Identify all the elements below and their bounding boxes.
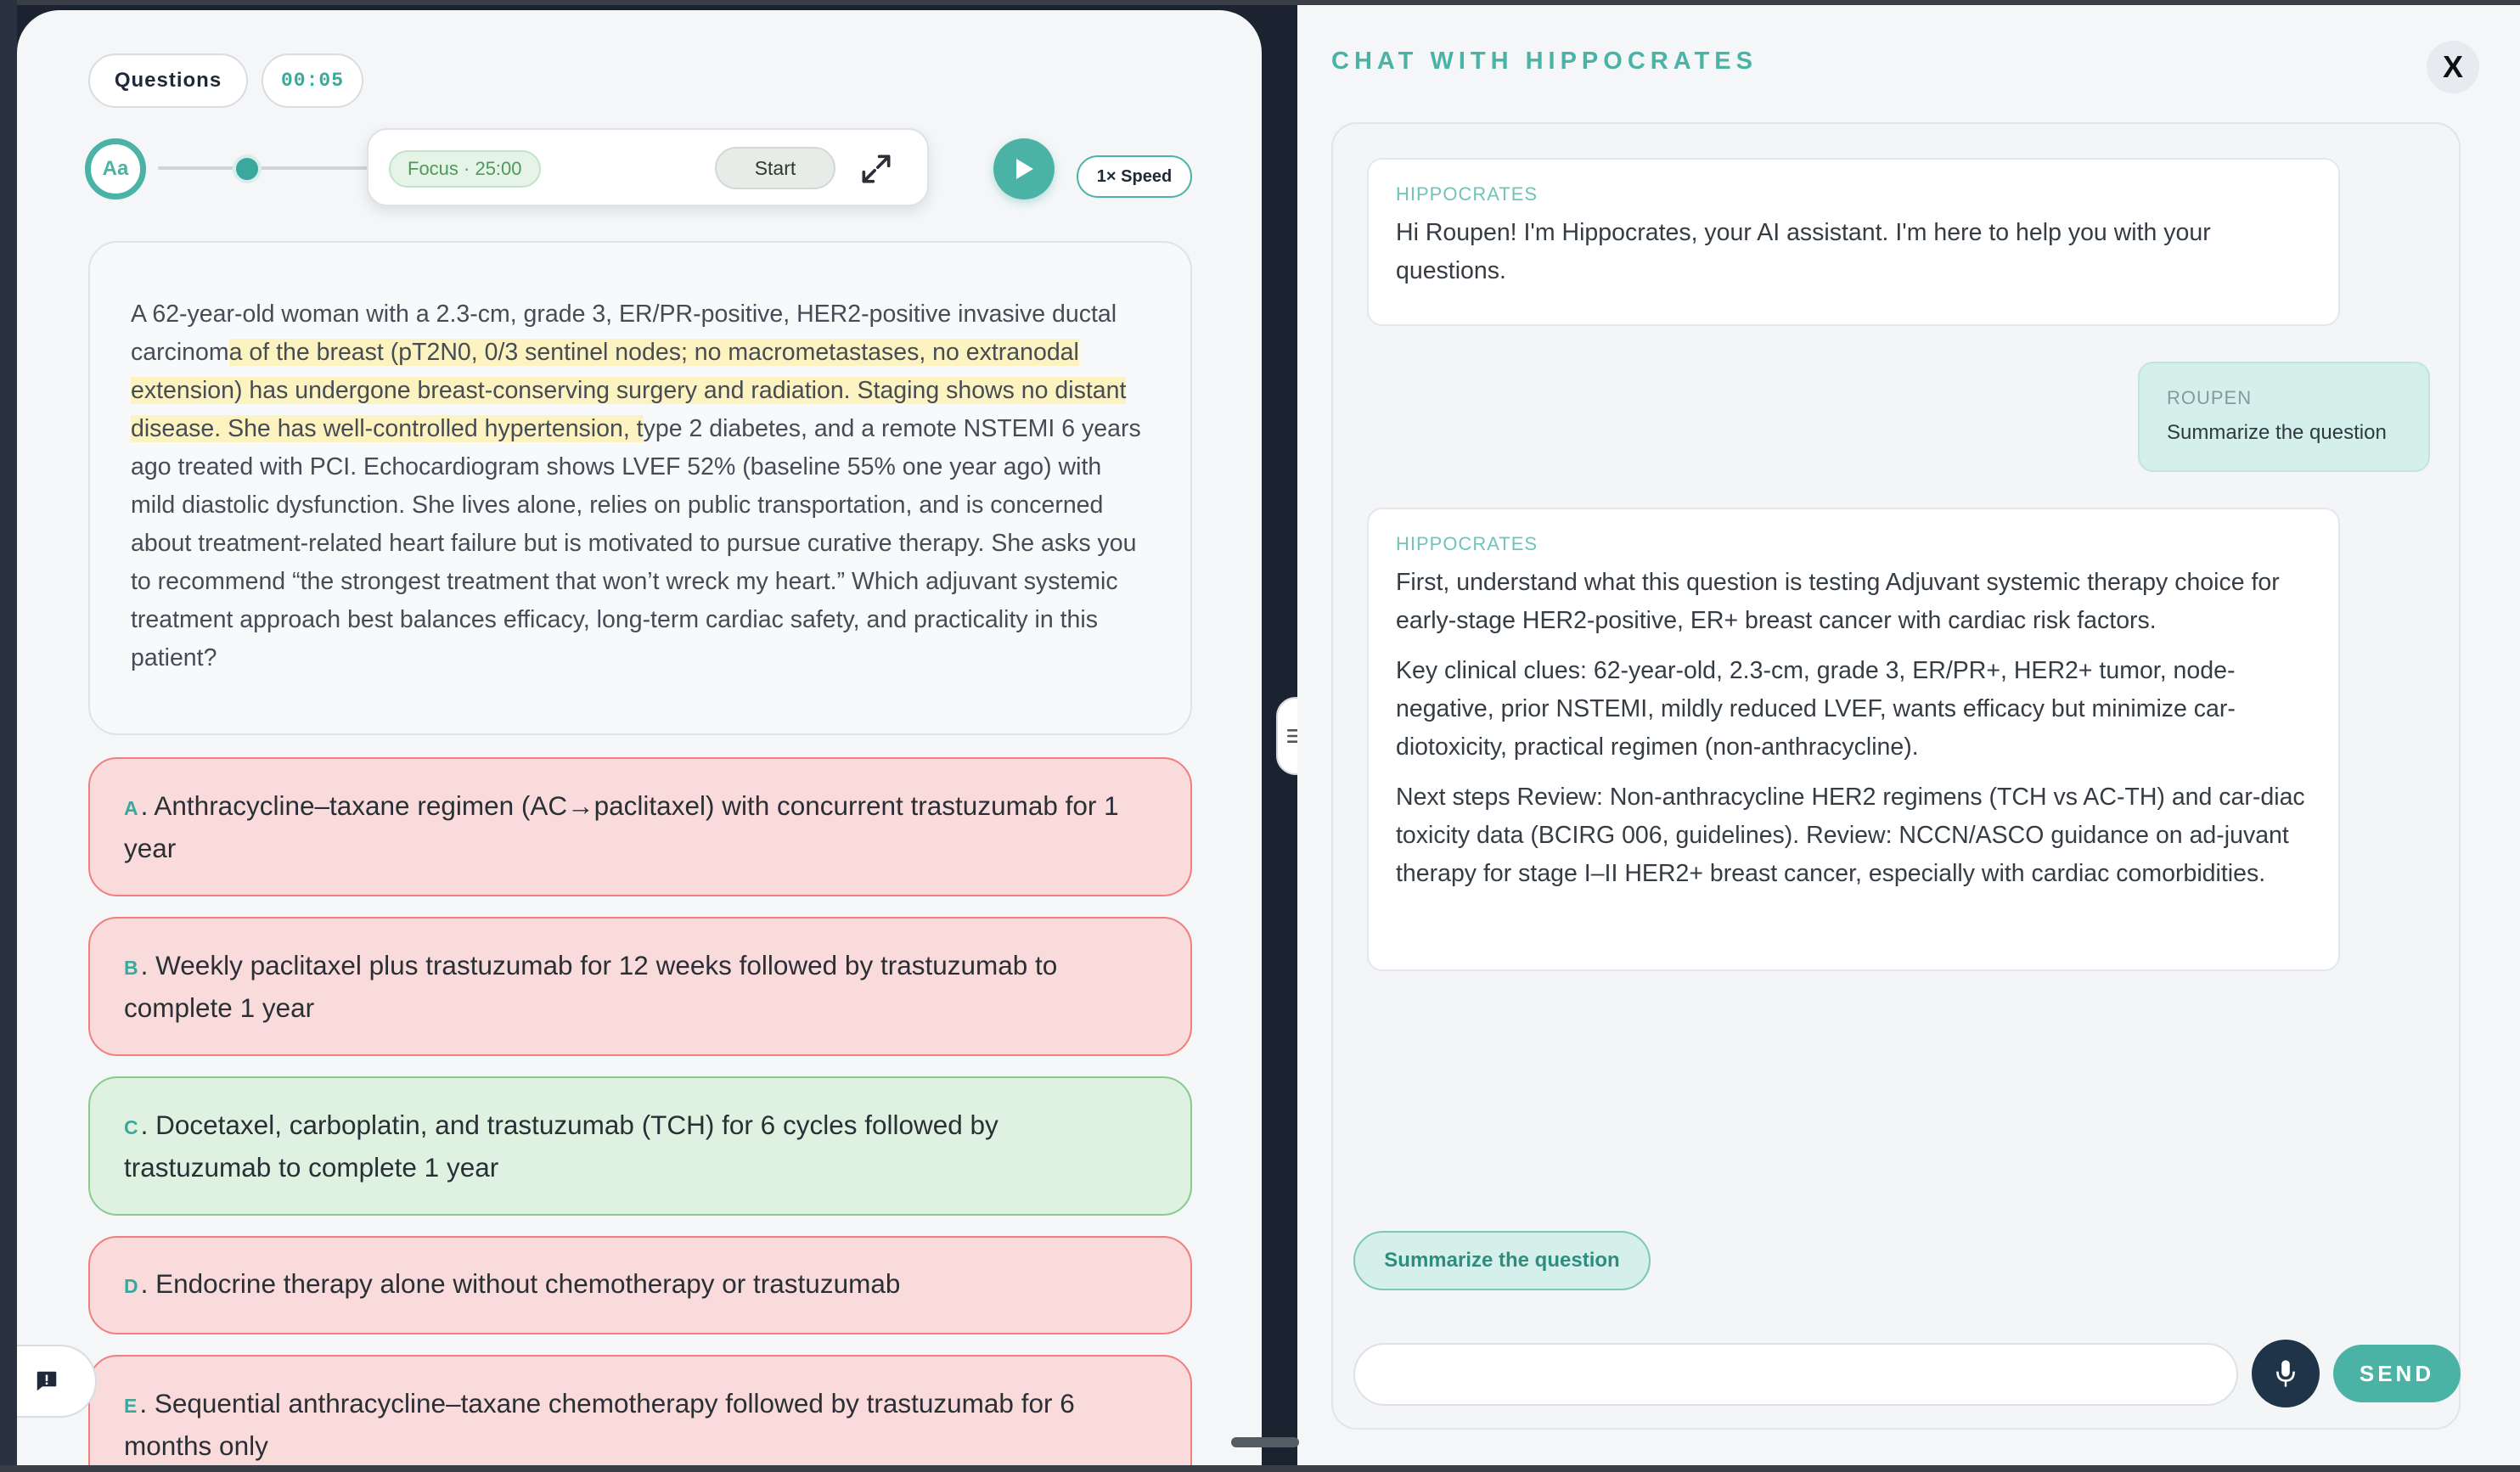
font-size-slider-knob[interactable]	[233, 155, 262, 183]
play-audio-button[interactable]	[993, 138, 1055, 199]
option-text: . Anthracycline–taxane regimen (AC→pacli…	[124, 789, 1119, 863]
playback-speed-button[interactable]: 1× Speed	[1077, 155, 1192, 198]
question-stem-card: A 62-year-old woman with a 2.3-cm, grade…	[88, 241, 1192, 735]
microphone-icon	[2276, 1360, 2295, 1387]
report-issue-button[interactable]	[17, 1345, 97, 1418]
play-icon	[1016, 159, 1033, 179]
option-letter: B	[124, 956, 139, 979]
bottom-drag-handle[interactable]	[1231, 1437, 1299, 1447]
suggestion-chip[interactable]: Summarize the question	[1353, 1231, 1651, 1290]
option-letter: A	[124, 796, 139, 819]
window-bottom-strip	[0, 1465, 2520, 1472]
chat-input[interactable]	[1353, 1343, 2238, 1406]
message-text: Hi Roupen! I'm Hippocrates, your AI assi…	[1396, 219, 2211, 284]
option-text: . Weekly paclitaxel plus trastuzumab for…	[124, 949, 1058, 1023]
microphone-button[interactable]	[2252, 1340, 2320, 1407]
focus-start-button[interactable]: Start	[715, 147, 835, 189]
expand-arrows-icon[interactable]	[858, 150, 895, 188]
questions-button[interactable]: Questions	[88, 53, 248, 108]
option-letter: C	[124, 1115, 139, 1138]
user-message: ROUPEN Summarize the question	[2138, 362, 2430, 472]
question-stem: A 62-year-old woman with a 2.3-cm, grade…	[131, 295, 1148, 677]
send-button[interactable]: SEND	[2333, 1345, 2461, 1402]
answer-option-b[interactable]: B. Weekly paclitaxel plus trastuzumab fo…	[88, 917, 1192, 1056]
question-panel: Questions 00:05 Aa Focus · 25:00 Start 1…	[17, 10, 1262, 1472]
message-paragraph: Key clinical clues: 62-year-old, 2.3-cm,…	[1396, 657, 2236, 761]
option-text: . Sequential anthracycline–taxane chemot…	[124, 1387, 1075, 1461]
font-toggle-label: Aa	[102, 157, 129, 180]
report-icon	[37, 1371, 57, 1391]
font-size-slider-track[interactable]	[158, 166, 370, 170]
answer-option-c[interactable]: C. Docetaxel, carboplatin, and trastuzum…	[88, 1076, 1192, 1216]
answer-option-d[interactable]: D. Endocrine therapy alone without chemo…	[88, 1236, 1192, 1334]
close-chat-button[interactable]: X	[2427, 41, 2479, 93]
message-text: Summarize the question	[2167, 421, 2387, 444]
font-size-toggle[interactable]: Aa	[85, 138, 146, 199]
message-sender: HIPPOCRATES	[1396, 533, 1538, 554]
answer-option-e[interactable]: E. Sequential anthracycline–taxane chemo…	[88, 1355, 1192, 1472]
message-paragraph: Next steps Review: Non-anthracycline HER…	[1396, 784, 2305, 887]
assistant-message: HIPPOCRATES Hi Roupen! I'm Hippocrates, …	[1367, 158, 2340, 326]
assistant-message: HIPPOCRATES First, understand what this …	[1367, 508, 2340, 971]
answer-option-a[interactable]: A. Anthracycline–taxane regimen (AC→pacl…	[88, 757, 1192, 896]
message-paragraph: First, understand what this question is …	[1396, 569, 2280, 634]
focus-timer-widget: Focus · 25:00 Start	[367, 128, 929, 206]
option-text: . Endocrine therapy alone without chemot…	[140, 1268, 901, 1299]
message-sender: HIPPOCRATES	[1396, 183, 1538, 205]
window-left-edge	[0, 0, 17, 1472]
chat-title: CHAT WITH HIPPOCRATES	[1331, 48, 1758, 75]
option-text: . Docetaxel, carboplatin, and trastuzuma…	[124, 1109, 998, 1183]
focus-timer-badge: Focus · 25:00	[389, 150, 541, 188]
message-sender: ROUPEN	[2167, 387, 2253, 408]
timer-display: 00:05	[262, 53, 363, 108]
option-letter: D	[124, 1275, 139, 1297]
option-letter: E	[124, 1394, 138, 1417]
stem-text-end: ype 2 diabetes, and a remote NSTEMI 6 ye…	[131, 415, 1141, 671]
